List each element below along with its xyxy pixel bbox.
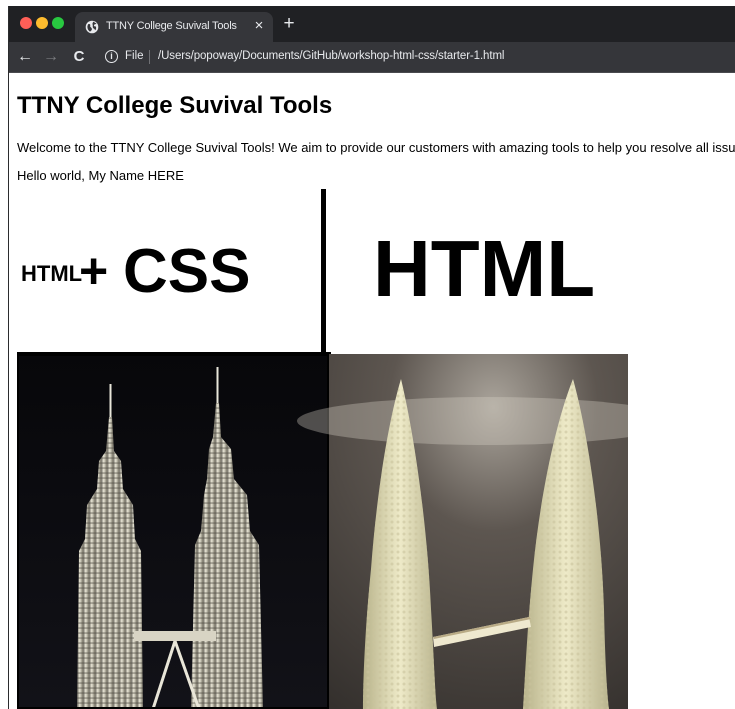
page-content: TTNY College Suvival Tools Welcome to th… bbox=[9, 73, 735, 709]
meme-divider bbox=[321, 189, 326, 359]
hello-paragraph: Hello world, My Name HERE bbox=[17, 168, 184, 183]
forward-arrow-icon[interactable]: → bbox=[41, 46, 61, 68]
meme-html-big-text: HTML bbox=[373, 224, 595, 313]
scheme-label[interactable]: File bbox=[125, 50, 144, 62]
welcome-paragraph: Welcome to the TTNY College Suvival Tool… bbox=[17, 140, 735, 155]
tab-strip: TTNY College Suvival Tools × + bbox=[9, 6, 735, 42]
tab-close-icon[interactable]: × bbox=[251, 17, 267, 35]
minimize-window-button[interactable] bbox=[36, 17, 48, 29]
corn-photo bbox=[297, 354, 628, 709]
info-icon[interactable]: i bbox=[105, 50, 118, 63]
meme-plus-text: + bbox=[79, 243, 108, 299]
meme-css-text: CSS bbox=[123, 237, 250, 306]
new-tab-button[interactable]: + bbox=[279, 13, 299, 35]
meme-html-small-text: HTML bbox=[21, 261, 82, 286]
tab-active[interactable]: TTNY College Suvival Tools × bbox=[75, 12, 273, 42]
page-title: TTNY College Suvival Tools bbox=[17, 92, 333, 119]
zoom-window-button[interactable] bbox=[52, 17, 64, 29]
close-window-button[interactable] bbox=[20, 17, 32, 29]
tab-title: TTNY College Suvival Tools bbox=[106, 20, 237, 32]
browser-toolbar: ← → C i File /Users/popoway/Documents/Gi… bbox=[9, 42, 735, 73]
meme-image: HTML + CSS HTML bbox=[17, 189, 628, 709]
reload-icon[interactable]: C bbox=[69, 46, 89, 68]
address-bar[interactable]: /Users/popoway/Documents/GitHub/workshop… bbox=[158, 50, 504, 62]
back-arrow-icon[interactable]: ← bbox=[15, 46, 35, 68]
globe-icon bbox=[85, 20, 99, 34]
browser-window: TTNY College Suvival Tools × + ← → C i F… bbox=[8, 6, 735, 709]
address-separator bbox=[149, 50, 150, 64]
meme-caption-left: HTML + CSS bbox=[21, 237, 250, 306]
towers-photo bbox=[17, 352, 331, 709]
